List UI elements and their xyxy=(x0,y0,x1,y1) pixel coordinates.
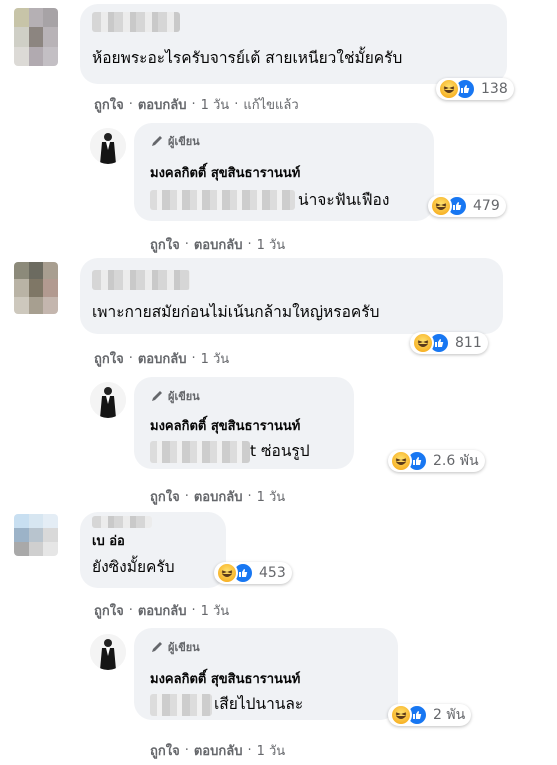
reply-link[interactable]: ตอบกลับ xyxy=(138,600,187,621)
reaction-count: 811 xyxy=(455,335,482,351)
author-name[interactable]: มงคลกิตติ์ สุขสินธารานนท์ xyxy=(150,415,300,436)
blurred-text xyxy=(150,441,250,463)
commenter-name-partial[interactable]: เบ อ่อ xyxy=(92,530,125,551)
timestamp[interactable]: 1 วัน xyxy=(257,234,286,255)
author-avatar[interactable] xyxy=(90,128,126,164)
edited-label[interactable]: แก้ไขแล้ว xyxy=(243,94,298,115)
blurred-text xyxy=(150,694,212,716)
timestamp[interactable]: 1 วัน xyxy=(201,94,230,115)
reply-text: เสียไปนานละ xyxy=(214,695,304,713)
pen-icon xyxy=(152,136,162,146)
timestamp[interactable]: 1 วัน xyxy=(201,600,230,621)
reaction-summary[interactable]: 2 พัน xyxy=(388,704,472,726)
commenter-avatar[interactable] xyxy=(14,514,58,556)
haha-emoji-icon xyxy=(412,332,434,354)
reply-text: t ซ่อนรูป xyxy=(250,442,310,460)
reaction-summary[interactable]: 2.6 พัน xyxy=(388,450,485,472)
author-avatar[interactable] xyxy=(90,382,126,418)
comment-actions: ถูกใจ · ตอบกลับ · 1 วัน · แก้ไขแล้ว xyxy=(94,94,299,115)
haha-emoji-icon xyxy=(216,562,238,584)
timestamp[interactable]: 1 วัน xyxy=(201,348,230,369)
like-link[interactable]: ถูกใจ xyxy=(94,94,124,115)
timestamp[interactable]: 1 วัน xyxy=(257,740,286,761)
like-link[interactable]: ถูกใจ xyxy=(150,234,180,255)
reply-link[interactable]: ตอบกลับ xyxy=(194,740,243,761)
comment-text: ยังซิงมั้ยครับ xyxy=(92,558,175,576)
reply-actions: ถูกใจ · ตอบกลับ · 1 วัน xyxy=(150,486,285,507)
reaction-summary[interactable]: 479 xyxy=(428,195,506,217)
reaction-count: 479 xyxy=(473,198,500,214)
commenter-name-blurred[interactable] xyxy=(92,12,180,32)
author-badge: ผู้เขียน xyxy=(150,132,200,150)
comment-text: ห้อยพระอะไรครับจารย์เต้ สายเหนียวใช่มั้ย… xyxy=(92,49,403,67)
reply-link[interactable]: ตอบกลับ xyxy=(138,94,187,115)
reaction-summary[interactable]: 138 xyxy=(436,78,514,100)
commenter-name-blurred[interactable] xyxy=(92,516,152,528)
like-link[interactable]: ถูกใจ xyxy=(150,486,180,507)
reaction-count: 453 xyxy=(259,565,286,581)
author-badge: ผู้เขียน xyxy=(150,387,200,405)
timestamp[interactable]: 1 วัน xyxy=(257,486,286,507)
author-name[interactable]: มงคลกิตติ์ สุขสินธารานนท์ xyxy=(150,668,300,689)
commenter-avatar[interactable] xyxy=(14,262,58,314)
haha-emoji-icon xyxy=(390,704,412,726)
reaction-count: 2 พัน xyxy=(433,707,466,723)
commenter-avatar[interactable] xyxy=(14,8,58,66)
comment-actions: ถูกใจ · ตอบกลับ · 1 วัน xyxy=(94,348,229,369)
blurred-text xyxy=(150,190,295,210)
reply-text: น่าจะฟันเฟือง xyxy=(298,191,390,209)
pen-icon xyxy=(152,391,162,401)
reply-link[interactable]: ตอบกลับ xyxy=(194,486,243,507)
comment-text: เพาะกายสมัยก่อนไม่เน้นกล้ามใหญ่หรอครับ xyxy=(92,303,380,321)
like-link[interactable]: ถูกใจ xyxy=(150,740,180,761)
haha-emoji-icon xyxy=(390,450,412,472)
reply-actions: ถูกใจ · ตอบกลับ · 1 วัน xyxy=(150,740,285,761)
author-avatar[interactable] xyxy=(90,634,126,670)
like-link[interactable]: ถูกใจ xyxy=(94,600,124,621)
haha-emoji-icon xyxy=(430,195,452,217)
reaction-summary[interactable]: 453 xyxy=(214,562,292,584)
author-badge: ผู้เขียน xyxy=(150,638,200,656)
like-link[interactable]: ถูกใจ xyxy=(94,348,124,369)
reaction-count: 138 xyxy=(481,81,508,97)
reply-link[interactable]: ตอบกลับ xyxy=(194,234,243,255)
comment-actions: ถูกใจ · ตอบกลับ · 1 วัน xyxy=(94,600,229,621)
reply-actions: ถูกใจ · ตอบกลับ · 1 วัน xyxy=(150,234,285,255)
reaction-summary[interactable]: 811 xyxy=(410,332,488,354)
reply-link[interactable]: ตอบกลับ xyxy=(138,348,187,369)
reaction-count: 2.6 พัน xyxy=(433,453,479,469)
haha-emoji-icon xyxy=(438,78,460,100)
author-name[interactable]: มงคลกิตติ์ สุขสินธารานนท์ xyxy=(150,162,300,183)
pen-icon xyxy=(152,642,162,652)
commenter-name-blurred[interactable] xyxy=(92,270,190,290)
